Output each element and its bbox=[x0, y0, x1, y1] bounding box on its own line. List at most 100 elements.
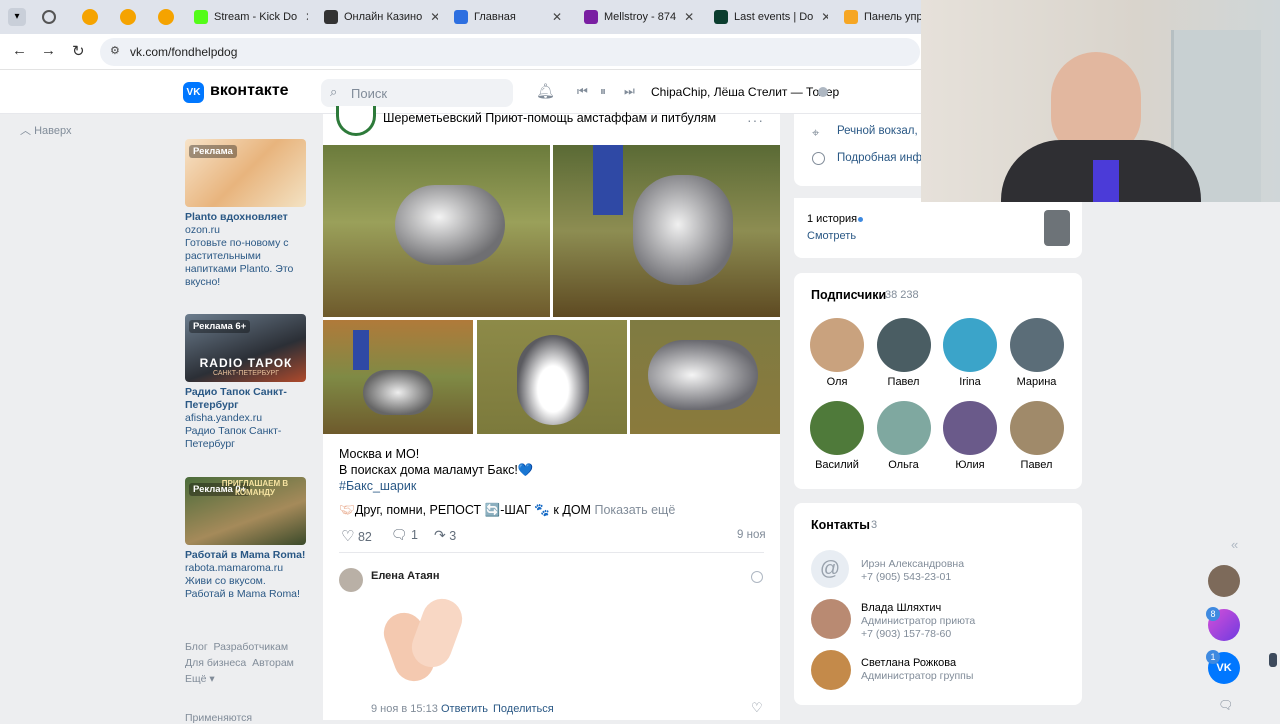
subscriber-item[interactable]: Василий bbox=[807, 401, 867, 471]
browser-tab[interactable]: Mellstroy - 874 ✕ bbox=[584, 4, 698, 30]
commenter-name[interactable]: Елена Атаян bbox=[371, 570, 439, 582]
post-photo[interactable] bbox=[323, 145, 550, 317]
vk-logo-icon[interactable]: VK bbox=[183, 82, 204, 103]
back-arrow-icon[interactable]: ← bbox=[12, 42, 27, 59]
subscriber-item[interactable]: Павел bbox=[1007, 401, 1067, 471]
pinned-tab-icon[interactable] bbox=[82, 9, 98, 25]
back-to-top[interactable]: ︿ Наверх bbox=[20, 122, 71, 138]
watch-stories-link[interactable]: Смотреть bbox=[807, 230, 856, 242]
wall-post: Шереметьевский Приют-помощь амстаффам и … bbox=[323, 106, 780, 720]
comment-button[interactable]: 🗨︎ 1 bbox=[391, 527, 418, 543]
post-date[interactable]: 9 ноя bbox=[737, 529, 766, 541]
contacts-title[interactable]: Контакты bbox=[811, 518, 870, 532]
browser-tab[interactable]: Last events | Do ✕ bbox=[714, 4, 828, 30]
details-link[interactable]: Подробная инфо bbox=[837, 152, 928, 164]
subscriber-name: Юлия bbox=[955, 459, 985, 471]
divider bbox=[339, 552, 764, 553]
now-playing-text[interactable]: ChipaChip, Лёша Стелит — Толер bbox=[651, 85, 839, 99]
search-input[interactable]: ⌕ Поиск bbox=[321, 79, 513, 107]
forward-arrow-icon[interactable]: → bbox=[41, 42, 56, 59]
post-photo[interactable] bbox=[477, 320, 627, 434]
story-thumbnail[interactable] bbox=[1044, 210, 1070, 246]
comment-time[interactable]: 9 ноя в 15:13 bbox=[371, 703, 438, 715]
scrollbar-thumb[interactable] bbox=[1269, 653, 1277, 667]
post-text: Москва и МО! В поисках дома маламут Бакс… bbox=[339, 447, 676, 517]
post-author[interactable]: Шереметьевский Приют-помощь амстаффам и … bbox=[383, 111, 716, 125]
tab-list-chevron-icon[interactable]: ▾ bbox=[8, 8, 26, 26]
messages-icon[interactable]: 🗨︎ bbox=[1218, 698, 1233, 712]
close-icon[interactable]: ✕ bbox=[821, 10, 828, 24]
post-photo[interactable] bbox=[553, 145, 780, 317]
reply-link[interactable]: Ответить bbox=[441, 703, 488, 715]
ad-block[interactable]: Реклама 6+ RADIO ТАРОК САНКТ-ПЕТЕРБУРГ Р… bbox=[185, 314, 307, 451]
subscriber-item[interactable]: Irina bbox=[940, 318, 1000, 388]
info-icon[interactable] bbox=[818, 87, 828, 97]
show-more-link[interactable]: Показать ещё bbox=[594, 503, 675, 517]
ad-image: Реклама bbox=[185, 139, 306, 207]
post-photo[interactable] bbox=[630, 320, 780, 434]
share-link[interactable]: Поделиться bbox=[493, 703, 554, 715]
hashtag-link[interactable]: #Бакс_шарик bbox=[339, 478, 675, 494]
contact-role: Администратор приюта bbox=[861, 615, 976, 627]
subscriber-item[interactable]: Юлия bbox=[940, 401, 1000, 471]
contact-name[interactable]: Ирэн Александровна bbox=[861, 558, 964, 570]
more-options-icon[interactable]: ··· bbox=[747, 112, 764, 128]
subscriber-avatar bbox=[810, 318, 864, 372]
report-icon[interactable] bbox=[751, 571, 763, 583]
author-avatar[interactable] bbox=[336, 106, 376, 136]
reload-icon[interactable]: ↻ bbox=[72, 42, 85, 60]
browser-tab[interactable]: Панель управ bbox=[844, 4, 924, 30]
footer-link[interactable]: Авторам bbox=[252, 657, 294, 669]
pinned-tab-icon[interactable] bbox=[120, 9, 136, 25]
footer-link[interactable]: Для бизнеса bbox=[185, 657, 246, 669]
subscriber-name: Павел bbox=[887, 376, 920, 388]
url-field[interactable]: ⚙ vk.com/fondhelpdog bbox=[100, 38, 920, 66]
ad-block[interactable]: Реклама 0+ ПРИГЛАШАЕМ В КОМАНДУ Работай … bbox=[185, 477, 307, 601]
browser-tab[interactable]: Stream - Kick Do✕ bbox=[194, 4, 308, 30]
footer-links: Блог Разработчикам Для бизнеса Авторам Е… bbox=[185, 641, 294, 685]
subscriber-name: Ольга bbox=[888, 459, 919, 471]
subscriber-item[interactable]: Ольга bbox=[874, 401, 934, 471]
pause-icon[interactable]: ⏸︎ bbox=[600, 84, 606, 99]
close-icon[interactable]: ✕ bbox=[684, 10, 694, 24]
contact-avatar[interactable] bbox=[811, 599, 851, 639]
dj-icon bbox=[714, 10, 728, 24]
post-photo[interactable] bbox=[323, 320, 473, 434]
site-settings-icon[interactable]: ⚙ bbox=[110, 44, 120, 57]
contact-name[interactable]: Влада Шляхтич bbox=[861, 602, 941, 614]
collapse-chevron-icon[interactable]: « bbox=[1231, 537, 1238, 552]
bell-icon[interactable]: 🔔︎ bbox=[536, 82, 555, 100]
subscriber-item[interactable]: Марина bbox=[1007, 318, 1067, 388]
like-button[interactable]: ♡ 82 bbox=[341, 527, 372, 545]
subscriber-item[interactable]: Оля bbox=[807, 318, 867, 388]
location-text[interactable]: Речной вокзал, М bbox=[837, 125, 930, 137]
panel-icon bbox=[844, 10, 858, 24]
browser-tab[interactable]: Главная ✕ bbox=[454, 4, 568, 30]
contact-avatar[interactable] bbox=[811, 650, 851, 690]
subscribers-count: 38 238 bbox=[885, 289, 919, 301]
share-button[interactable]: ↷ 3 bbox=[434, 527, 456, 544]
globe-icon[interactable] bbox=[42, 10, 56, 24]
contact-role: Администратор группы bbox=[861, 670, 974, 682]
browser-tab[interactable]: Онлайн Казино ✕ bbox=[324, 4, 438, 30]
ad-block[interactable]: Реклама Planto вдохновляет ozon.ru Готов… bbox=[185, 139, 307, 289]
vk-logo-text[interactable]: вконтакте bbox=[210, 82, 289, 100]
stories-card[interactable]: 1 история Смотреть bbox=[794, 198, 1082, 258]
previous-track-icon[interactable]: ⏮︎ bbox=[577, 84, 588, 99]
chat-avatar[interactable] bbox=[1208, 565, 1240, 597]
next-track-icon[interactable]: ⏭︎ bbox=[624, 84, 635, 99]
close-icon[interactable]: ✕ bbox=[305, 10, 308, 24]
close-icon[interactable]: ✕ bbox=[552, 10, 562, 24]
footer-link[interactable]: Разработчикам bbox=[214, 641, 289, 653]
contact-name[interactable]: Светлана Рожкова bbox=[861, 657, 956, 669]
close-icon[interactable]: ✕ bbox=[430, 10, 438, 24]
subscriber-item[interactable]: Павел bbox=[874, 318, 934, 388]
footer-cut-text: Применяются bbox=[185, 712, 253, 724]
subscriber-name: Павел bbox=[1020, 459, 1053, 471]
subscribers-title[interactable]: Подписчики bbox=[811, 288, 886, 302]
pinned-tab-icon[interactable] bbox=[158, 9, 174, 25]
commenter-avatar[interactable] bbox=[339, 568, 363, 592]
footer-link[interactable]: Ещё bbox=[185, 673, 206, 685]
comment-like-icon[interactable]: ♡ bbox=[751, 700, 763, 716]
footer-link[interactable]: Блог bbox=[185, 641, 208, 653]
